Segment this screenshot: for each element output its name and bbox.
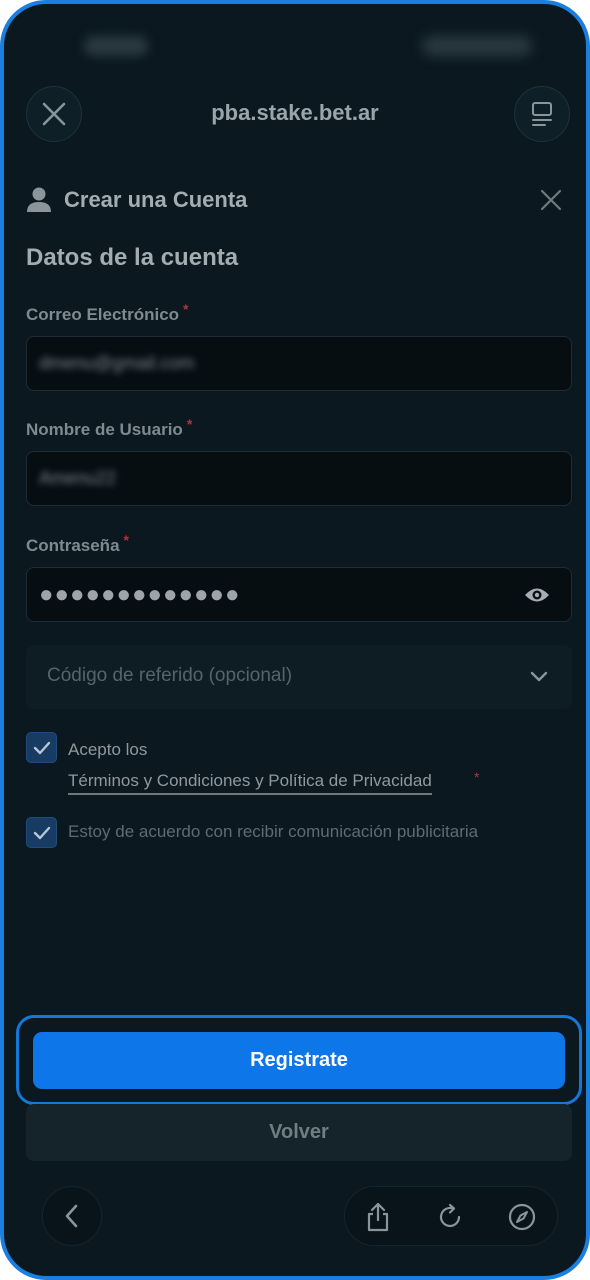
terms-checkbox[interactable] bbox=[26, 732, 57, 763]
phone-frame: pba.stake.bet.ar Crear una Cuenta Datos … bbox=[0, 0, 590, 1280]
required-mark: * bbox=[474, 769, 480, 785]
referral-code-dropdown[interactable]: Código de referido (opcional) bbox=[26, 645, 572, 709]
user-icon bbox=[27, 187, 51, 212]
required-mark: * bbox=[183, 301, 189, 317]
tabs-icon bbox=[532, 102, 552, 126]
check-icon bbox=[33, 741, 50, 754]
required-mark: * bbox=[186, 416, 193, 432]
check-icon bbox=[33, 826, 50, 839]
modal-header: Crear una Cuenta bbox=[26, 180, 564, 220]
status-time-blurred bbox=[84, 36, 148, 56]
browser-toolbar bbox=[344, 1186, 558, 1246]
required-mark: * bbox=[123, 532, 129, 548]
chevron-down-icon bbox=[530, 671, 548, 682]
modal-close-icon[interactable] bbox=[540, 189, 562, 211]
status-bar bbox=[4, 32, 586, 62]
referral-placeholder: Código de referido (opcional) bbox=[47, 665, 293, 686]
share-icon bbox=[367, 1202, 389, 1232]
modal-title: Crear una Cuenta bbox=[64, 187, 248, 212]
email-value: dmenu@gmail.com bbox=[39, 353, 195, 373]
username-label: Nombre de Usuario * bbox=[26, 416, 192, 440]
back-button[interactable]: Volver bbox=[26, 1104, 572, 1161]
email-label-text: Correo Electrónico bbox=[26, 305, 180, 324]
section-title: Datos de la cuenta bbox=[26, 244, 239, 271]
consent-checkbox[interactable] bbox=[26, 817, 57, 848]
username-label-text: Nombre de Usuario bbox=[26, 420, 183, 439]
password-value: ●●●●●●●●●●●●● bbox=[39, 581, 241, 608]
terms-prefix: Acepto los bbox=[68, 740, 148, 759]
password-label: Contraseña * bbox=[26, 532, 129, 556]
username-value: Amenu22 bbox=[39, 468, 117, 488]
email-field[interactable]: dmenu@gmail.com bbox=[26, 336, 572, 391]
share-button[interactable] bbox=[362, 1201, 394, 1233]
password-field[interactable]: ●●●●●●●●●●●●● bbox=[26, 567, 572, 622]
terms-link[interactable]: Términos y Condiciones y Política de Pri… bbox=[68, 771, 432, 795]
username-field[interactable]: Amenu22 bbox=[26, 451, 572, 506]
eye-icon[interactable] bbox=[523, 585, 551, 605]
chevron-left-icon bbox=[65, 1204, 78, 1228]
password-label-text: Contraseña bbox=[26, 536, 120, 555]
compass-button[interactable] bbox=[506, 1201, 538, 1233]
email-label: Correo Electrónico * bbox=[26, 301, 189, 325]
browser-tabs-button[interactable] bbox=[514, 86, 570, 142]
browser-url[interactable]: pba.stake.bet.ar bbox=[4, 100, 586, 126]
reload-icon bbox=[439, 1203, 461, 1228]
reload-button[interactable] bbox=[434, 1201, 466, 1233]
register-button[interactable]: Registrate bbox=[33, 1032, 565, 1089]
register-button-focus-ring: Registrate bbox=[16, 1015, 582, 1105]
compass-icon bbox=[508, 1203, 536, 1231]
status-icons-blurred bbox=[422, 36, 532, 56]
browser-back-button[interactable] bbox=[42, 1186, 102, 1246]
consent-text: Estoy de acuerdo con recibir comunicació… bbox=[68, 822, 479, 841]
